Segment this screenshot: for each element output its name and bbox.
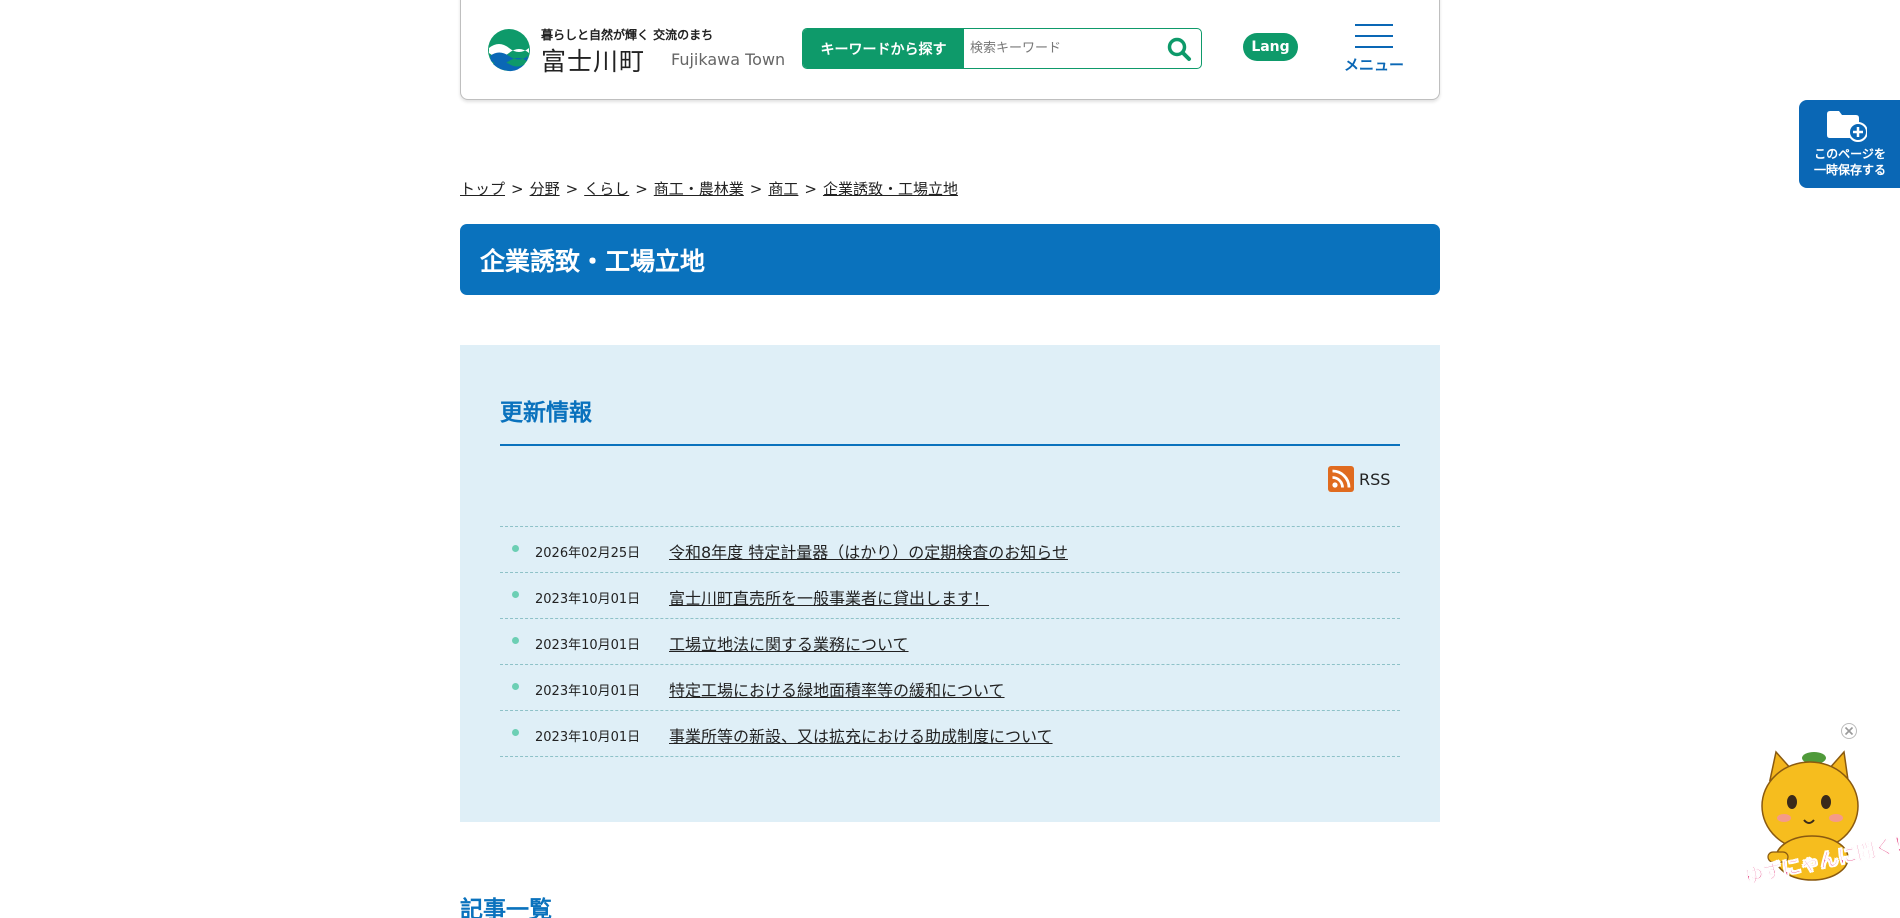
- search-input[interactable]: [964, 29, 1157, 68]
- logo-tagline: 暮らしと自然が輝く 交流のまち: [541, 28, 714, 42]
- news-link[interactable]: 特定工場における緑地面積率等の緩和について: [669, 677, 1005, 701]
- news-link[interactable]: 工場立地法に関する業務について: [669, 631, 909, 655]
- news-date: 2023年10月01日: [535, 684, 641, 699]
- update-info-heading: 更新情報: [500, 400, 592, 426]
- town-name: 富士川町: [541, 47, 646, 76]
- breadcrumb: トップ > 分野 > くらし > 商工・農林業 > 商工 > 企業誘致・工場立地: [460, 178, 958, 199]
- breadcrumb-top[interactable]: トップ: [460, 180, 505, 198]
- news-date: 2023年10月01日: [535, 592, 641, 607]
- breadcrumb-current[interactable]: 企業誘致・工場立地: [823, 180, 958, 198]
- town-emblem-icon: [488, 29, 530, 72]
- search-button[interactable]: [1157, 29, 1201, 68]
- breadcrumb-commerce-agriculture[interactable]: 商工・農林業: [654, 180, 744, 198]
- rss-icon: [1328, 466, 1354, 492]
- list-item: 2023年10月01日 富士川町直売所を一般事業者に貸出します！: [500, 573, 1400, 619]
- site-logo[interactable]: 暮らしと自然が輝く 交流のまち 富士川町 Fujikawa Town: [487, 26, 785, 78]
- breadcrumb-separator: >: [511, 180, 524, 198]
- close-icon[interactable]: [1840, 722, 1858, 740]
- site-header: 暮らしと自然が輝く 交流のまち 富士川町 Fujikawa Town キーワード…: [460, 0, 1440, 100]
- list-item: 2026年02月25日 令和8年度 特定計量器（はかり）の定期検査のお知らせ: [500, 527, 1400, 573]
- breadcrumb-separator: >: [565, 180, 579, 198]
- menu-label: メニュー: [1343, 56, 1404, 74]
- breadcrumb-separator: >: [749, 180, 763, 198]
- news-date: 2026年02月25日: [535, 546, 641, 561]
- bullet-icon: [512, 591, 519, 598]
- rss-link[interactable]: RSS: [1328, 466, 1390, 492]
- breadcrumb-living[interactable]: くらし: [584, 180, 629, 198]
- news-date: 2023年10月01日: [535, 730, 641, 745]
- site-search: キーワードから探す: [802, 28, 1202, 69]
- news-link[interactable]: 事業所等の新設、又は拡充における助成制度について: [669, 723, 1053, 747]
- list-item: 2023年10月01日 工場立地法に関する業務について: [500, 619, 1400, 665]
- bullet-icon: [512, 545, 519, 552]
- bullet-icon: [512, 637, 519, 644]
- save-label-line2: 一時保存する: [1813, 163, 1886, 177]
- search-icon: [1167, 37, 1191, 61]
- news-date: 2023年10月01日: [535, 638, 641, 653]
- news-link[interactable]: 富士川町直売所を一般事業者に貸出します！: [669, 585, 989, 609]
- article-list-heading: 記事一覧: [460, 897, 552, 918]
- breadcrumb-separator: >: [635, 180, 648, 198]
- rss-label: RSS: [1359, 469, 1391, 489]
- page-title: 企業誘致・工場立地: [460, 224, 1440, 295]
- list-item: 2023年10月01日 事業所等の新設、又は拡充における助成制度について: [500, 711, 1400, 757]
- breadcrumb-separator: >: [804, 180, 817, 198]
- save-page-button[interactable]: このページを 一時保存する: [1799, 100, 1900, 188]
- bullet-icon: [512, 729, 519, 736]
- menu-button[interactable]: メニュー: [1341, 24, 1407, 78]
- folder-add-icon: [1827, 111, 1867, 142]
- town-name-en: Fujikawa Town: [671, 50, 786, 69]
- update-info-section: 更新情報 RSS 2026年02月25日 令和8年度 特定計量器（はかり）の定期…: [460, 345, 1440, 822]
- update-list: 2026年02月25日 令和8年度 特定計量器（はかり）の定期検査のお知らせ 2…: [500, 526, 1400, 757]
- breadcrumb-commerce[interactable]: 商工: [768, 180, 798, 198]
- bullet-icon: [512, 683, 519, 690]
- search-label: キーワードから探す: [803, 29, 964, 68]
- news-link[interactable]: 令和8年度 特定計量器（はかり）の定期検査のお知らせ: [669, 539, 1068, 563]
- list-item: 2023年10月01日 特定工場における緑地面積率等の緩和について: [500, 665, 1400, 711]
- save-page-label: このページを 一時保存する: [1807, 146, 1893, 178]
- heading-divider: [500, 444, 1400, 446]
- save-label-line1: このページを: [1814, 147, 1886, 161]
- hamburger-icon: [1355, 24, 1393, 48]
- lang-button[interactable]: Lang: [1243, 33, 1298, 61]
- breadcrumb-field[interactable]: 分野: [530, 180, 560, 198]
